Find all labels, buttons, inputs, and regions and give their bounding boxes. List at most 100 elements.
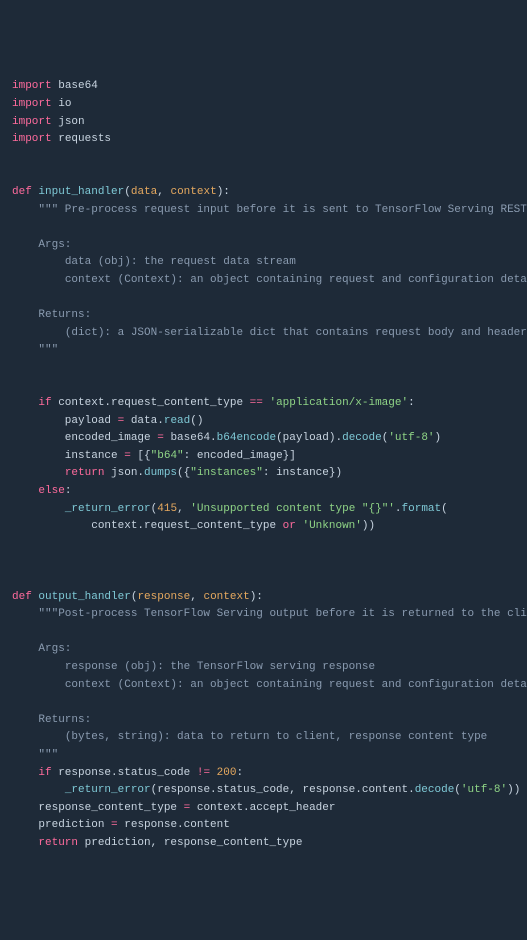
code-token [12,256,65,268]
code-token: ): [250,591,263,603]
code-line: Args: [12,237,515,255]
code-line [12,694,515,712]
code-token: data. [124,415,164,427]
code-token [12,784,65,796]
code-token: data (obj): the request data stream [65,256,296,268]
code-token [12,467,65,479]
code-token: context.request_content_type [52,397,250,409]
code-token: )) [507,784,520,796]
code-token [12,661,65,673]
code-token: = [157,432,164,444]
code-token: 'Unsupported content type "{}"' [190,503,395,515]
code-token: )) [362,520,375,532]
code-token: = [111,819,118,831]
code-token: Args: [38,239,71,251]
code-token [12,714,38,726]
code-token: import [12,98,52,110]
code-token [12,274,65,286]
code-token: """Post-process TensorFlow Serving outpu… [38,608,527,620]
code-line: else: [12,483,515,501]
code-token: prediction, response_content_type [78,837,302,849]
code-token: import [12,80,52,92]
code-line: Args: [12,641,515,659]
code-token: 415 [157,503,177,515]
code-token: decode [342,432,382,444]
code-line [12,290,515,308]
code-line: """ [12,747,515,765]
code-token [12,503,65,515]
code-token: output_handler [38,591,130,603]
code-token: 'utf-8' [388,432,434,444]
code-line: _return_error(response.status_code, resp… [12,782,515,800]
code-token: , [190,591,203,603]
code-token: ( [124,186,131,198]
code-line: import requests [12,131,515,149]
code-line [12,360,515,378]
code-token [32,591,39,603]
code-line: Returns: [12,712,515,730]
code-token [12,837,38,849]
code-token: _return_error [65,503,151,515]
code-token: requests [58,133,111,145]
code-token: response.status_code [52,767,197,779]
code-token: Args: [38,643,71,655]
code-token: """ [38,749,58,761]
code-token: response (obj): the TensorFlow serving r… [65,661,375,673]
code-token [12,749,38,761]
code-line: (bytes, string): data to return to clien… [12,729,515,747]
code-token: 'application/x-image' [269,397,408,409]
code-token: () [190,415,203,427]
code-line [12,624,515,642]
code-token: ( [131,591,138,603]
code-token: ( [441,503,448,515]
code-token [210,767,217,779]
code-token: = [184,802,191,814]
code-line: def output_handler(response, context): [12,589,515,607]
code-token: _return_error [65,784,151,796]
code-line [12,553,515,571]
code-token [12,204,38,216]
code-token: = [124,450,131,462]
code-line: encoded_image = base64.b64encode(payload… [12,430,515,448]
code-line: context.request_content_type or 'Unknown… [12,518,515,536]
code-line: import io [12,96,515,114]
code-line: _return_error (415, 'Unsupported content … [12,501,515,519]
code-line: response_content_type = context.accept_h… [12,800,515,818]
code-token: format [402,503,442,515]
code-token [12,485,38,497]
code-token: return [38,837,78,849]
code-token: import [12,116,52,128]
code-token: context (Context): an object containing … [65,679,527,691]
code-token: , [157,186,170,198]
code-token: prediction [12,819,111,831]
code-token: , [177,503,190,515]
code-line: context (Context): an object containing … [12,677,515,695]
code-token: read [164,415,190,427]
code-line: return prediction, response_content_type [12,835,515,853]
code-line: import base64 [12,78,515,96]
code-editor[interactable]: import base64import ioimport jsonimport … [12,78,515,852]
code-token: "b64" [151,450,184,462]
code-token: encoded_image [12,432,157,444]
code-line: """ Pre-process request input before it … [12,202,515,220]
code-line: instance = [{"b64": encoded_image}] [12,448,515,466]
code-token: json. [104,467,144,479]
code-token: ({ [177,467,190,479]
code-token: context [203,591,249,603]
code-token [12,344,38,356]
code-token: if [38,397,51,409]
code-token: ): [217,186,230,198]
code-line: Returns: [12,307,515,325]
code-token [12,679,65,691]
code-line: return json.dumps({"instances": instance… [12,465,515,483]
code-line: """Post-process TensorFlow Serving outpu… [12,606,515,624]
code-line [12,219,515,237]
code-token: json [58,116,84,128]
code-line [12,149,515,167]
code-token: def [12,591,32,603]
code-token: != [197,767,210,779]
code-token [12,731,65,743]
code-token [12,239,38,251]
code-token [12,643,38,655]
code-token: response.content [118,819,230,831]
